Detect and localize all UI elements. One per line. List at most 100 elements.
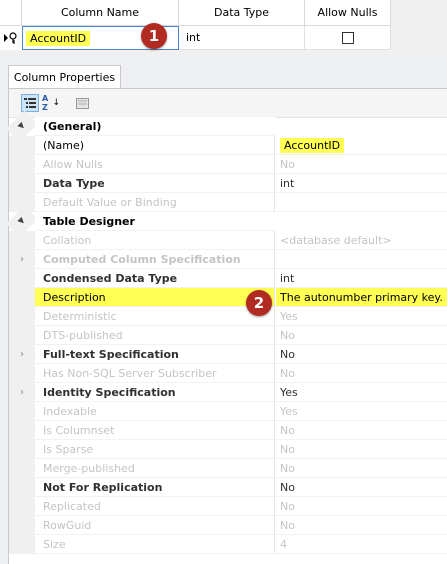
property-label: Is Columnset [43, 424, 115, 437]
row-selector[interactable] [0, 26, 22, 50]
property-value-cell[interactable]: The autonumber primary key. [276, 288, 447, 307]
property-grid: ▲ (General) (Name) AccountID Allow Nulls No Da… [6, 110, 447, 554]
property-value: No [280, 329, 295, 342]
header-data-type[interactable]: Data Type [179, 0, 305, 26]
property-row[interactable]: DTS-published No [9, 326, 447, 345]
property-value: No [280, 424, 295, 437]
row-gutter [9, 402, 35, 421]
property-value-cell[interactable]: AccountID [276, 136, 447, 155]
property-label: Not For Replication [43, 481, 163, 494]
property-value-cell[interactable]: <database default> [276, 231, 447, 250]
row-gutter [9, 231, 35, 250]
property-row[interactable]: Default Value or Binding [9, 193, 447, 212]
property-value: No [280, 443, 295, 456]
category-row[interactable]: ▲ (General) [6, 110, 447, 143]
property-label-cell: Identity Specification [35, 383, 275, 402]
property-value-cell[interactable]: int [276, 269, 447, 288]
property-value-cell[interactable]: No [276, 421, 447, 440]
property-label-cell: (General) [35, 117, 275, 136]
property-value-cell[interactable]: Yes [276, 402, 447, 421]
tab-column-properties[interactable]: Column Properties [8, 65, 121, 88]
property-value-cell[interactable]: No [276, 326, 447, 345]
property-label: Default Value or Binding [43, 196, 177, 209]
property-row[interactable]: Merge-published No [9, 459, 447, 478]
property-row[interactable]: Not For Replication No [9, 478, 447, 497]
property-row[interactable]: Allow Nulls No [9, 155, 447, 174]
row-gutter [9, 535, 35, 554]
row-gutter [9, 136, 35, 155]
property-row[interactable]: Size 4 [9, 535, 447, 554]
row-gutter [9, 421, 35, 440]
property-label: Deterministic [43, 310, 117, 323]
property-value-cell[interactable]: No [276, 345, 447, 364]
property-row[interactable]: (Name) AccountID [9, 136, 447, 155]
property-row[interactable]: Has Non-SQL Server Subscriber No [9, 364, 447, 383]
property-value-cell[interactable]: No [276, 364, 447, 383]
property-value-cell[interactable]: No [276, 497, 447, 516]
row-gutter [9, 516, 35, 535]
property-row[interactable]: › Computed Column Specification [9, 250, 447, 269]
property-label: RowGuid [43, 519, 92, 532]
property-row[interactable]: Indexable Yes [9, 402, 447, 421]
property-value: <database default> [280, 234, 392, 247]
property-value-cell[interactable]: No [276, 155, 447, 174]
property-label-cell: Full-text Specification [35, 345, 275, 364]
data-type-cell[interactable]: int [179, 26, 305, 50]
row-gutter [9, 497, 35, 516]
property-row[interactable]: Deterministic Yes [9, 307, 447, 326]
categorized-button[interactable] [21, 94, 39, 112]
column-name-value: AccountID [26, 30, 91, 46]
property-value-cell[interactable]: 4 [276, 535, 447, 554]
category-label: (General) [43, 120, 102, 133]
property-value: No [280, 462, 295, 475]
property-row[interactable]: Collation <database default> [9, 231, 447, 250]
property-row[interactable]: RowGuid No [9, 516, 447, 535]
property-label: Collation [43, 234, 92, 247]
property-value: No [280, 481, 295, 494]
property-value-cell[interactable]: int [276, 174, 447, 193]
alphabetical-button[interactable]: A Z ↓ [42, 94, 60, 112]
property-label: Merge-published [43, 462, 135, 475]
allow-nulls-cell[interactable] [305, 26, 391, 50]
row-gutter [9, 326, 35, 345]
property-row[interactable]: Description The autonumber primary key. [9, 288, 447, 307]
property-value: No [280, 158, 295, 171]
property-value: Yes [280, 405, 298, 418]
property-value-cell[interactable]: Yes [276, 307, 447, 326]
property-value-cell[interactable]: No [276, 440, 447, 459]
allow-nulls-checkbox[interactable] [341, 31, 354, 44]
property-value: int [280, 272, 295, 285]
row-gutter [9, 155, 35, 174]
property-label-cell: (Name) [35, 136, 275, 155]
property-row[interactable]: › Identity Specification Yes [9, 383, 447, 402]
property-value-cell[interactable]: No [276, 459, 447, 478]
property-value-cell[interactable]: No [276, 516, 447, 535]
property-value-cell[interactable] [276, 193, 447, 212]
property-row[interactable]: Replicated No [9, 497, 447, 516]
column-properties-panel: Column Properties A Z ↓ ▲ (General) (Nam… [0, 56, 447, 564]
property-label-cell: Computed Column Specification [35, 250, 275, 269]
property-row[interactable]: Is Sparse No [9, 440, 447, 459]
property-value: No [280, 348, 295, 361]
header-allow-nulls[interactable]: Allow Nulls [305, 0, 391, 26]
property-row[interactable]: › Full-text Specification No [9, 345, 447, 364]
expand-icon[interactable]: › [9, 250, 35, 269]
row-gutter [9, 288, 35, 307]
property-label-cell: Collation [35, 231, 275, 250]
callout-badge-1: 1 [141, 23, 167, 49]
property-label: Full-text Specification [43, 348, 179, 361]
property-label-cell: Data Type [35, 174, 275, 193]
property-pages-button[interactable] [73, 94, 91, 112]
category-row[interactable]: ▲ Table Designer [6, 205, 447, 238]
property-value: int [280, 177, 295, 190]
expand-icon[interactable]: › [9, 383, 35, 402]
callout-badge-2: 2 [246, 290, 272, 316]
property-value-cell[interactable]: Yes [276, 383, 447, 402]
property-label: Condensed Data Type [43, 272, 178, 285]
property-row[interactable]: Condensed Data Type int [9, 269, 447, 288]
expand-icon[interactable]: › [9, 345, 35, 364]
property-row[interactable]: Data Type int [9, 174, 447, 193]
property-value-cell[interactable] [276, 250, 447, 269]
property-row[interactable]: Is Columnset No [9, 421, 447, 440]
property-value-cell[interactable]: No [276, 478, 447, 497]
